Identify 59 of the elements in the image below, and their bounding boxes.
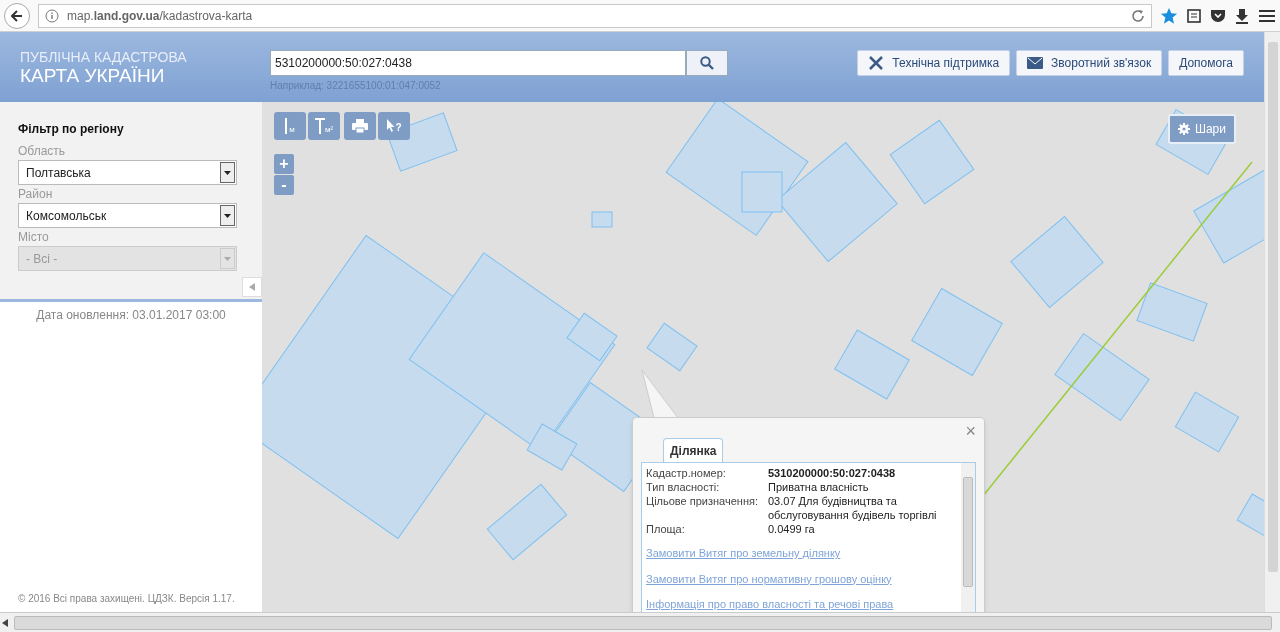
region-select[interactable]: Комсомольськ [18,203,237,228]
print-icon [352,119,368,133]
field-label: Область [18,143,67,160]
gear-icon [1177,123,1190,135]
attribute-label: Площа: [646,522,686,536]
attribute-value: Приватна власність [768,480,869,494]
header-button[interactable]: Допомога [1168,50,1244,76]
search-button[interactable] [686,50,728,76]
map-tool-button[interactable]: ? [378,112,410,140]
region-select[interactable]: Полтавська [18,160,237,185]
dropdown-caret-icon [220,248,235,269]
scroll-left-icon[interactable] [2,618,8,627]
attribute-value: 0.0499 га [768,522,815,536]
attribute-value: 03.07 Для будівництва та обслуговування будівель торгівлі [768,494,938,522]
popup-scrollbar[interactable] [961,463,975,612]
logo-title: КАРТА УКРАЇНИ [20,66,165,85]
attribute-value: 5310200000:50:027:0438 [768,466,896,480]
address-bar[interactable]: map.land.gov.ua/kadastrova-karta [38,3,1152,28]
attribute-label: Цільове призначення: [646,494,759,509]
star-icon[interactable] [1160,6,1178,25]
reading-list-icon[interactable] [1186,7,1202,24]
dropdown-caret-icon [220,162,235,183]
close-button[interactable]: × [965,422,976,440]
filter-title: Фільтр по регіону [18,121,125,138]
collapse-panel-button[interactable] [242,277,262,297]
attribute-label: Тип власності: [646,480,721,494]
envelope-icon [1027,57,1044,69]
order-link[interactable]: Замовити Витяг про нормативну грошову оцінку [646,570,957,587]
logo-subtitle: ПУБЛІЧНА КАДАСТРОВА [20,50,188,64]
download-icon[interactable] [1234,7,1250,24]
info-icon [45,8,59,23]
search-icon [700,56,714,70]
zoom-button[interactable]: + [274,154,294,174]
url-text: map.land.gov.ua/kadastrova-karta [67,7,254,25]
left-triangle-icon [249,283,255,291]
popup-tab[interactable]: Ділянка [663,438,724,462]
order-link[interactable]: Замовити Витяг про земельну ділянку [646,545,957,562]
dropdown-caret-icon [220,205,235,226]
header-button[interactable]: Зворотний зв'язок [1016,50,1163,76]
measure-tool-button[interactable]: м [274,112,306,140]
measure-tool-button[interactable]: м² [308,112,340,140]
reload-icon[interactable] [1131,8,1145,23]
attribute-label: Кадастр.номер: [646,466,727,480]
back-button[interactable] [4,2,30,29]
map-tool-button[interactable] [344,112,376,140]
menu-icon[interactable] [1258,7,1276,24]
pocket-icon[interactable] [1210,7,1226,24]
vertical-scrollbar[interactable] [1264,32,1280,612]
zoom-button[interactable]: - [274,175,294,195]
search-field[interactable]: 5310200000:50:027:0438 [270,50,686,76]
field-label: Місто [18,229,50,246]
layers-button[interactable]: Шари [1167,114,1236,144]
update-date: Дата оновлення: 03.01.2017 03:00 [35,307,227,324]
copyright-text: © 2016 Всі права захищені. ЦДЗК. Версія 1.17. [17,592,236,606]
back-arrow-icon [11,9,23,22]
header-button[interactable]: Технічна підтримка [857,50,1011,76]
horizontal-scrollbar[interactable] [0,612,1280,632]
order-link[interactable]: Інформація про право власності та речові права [646,596,957,612]
field-label: Район [18,186,54,203]
